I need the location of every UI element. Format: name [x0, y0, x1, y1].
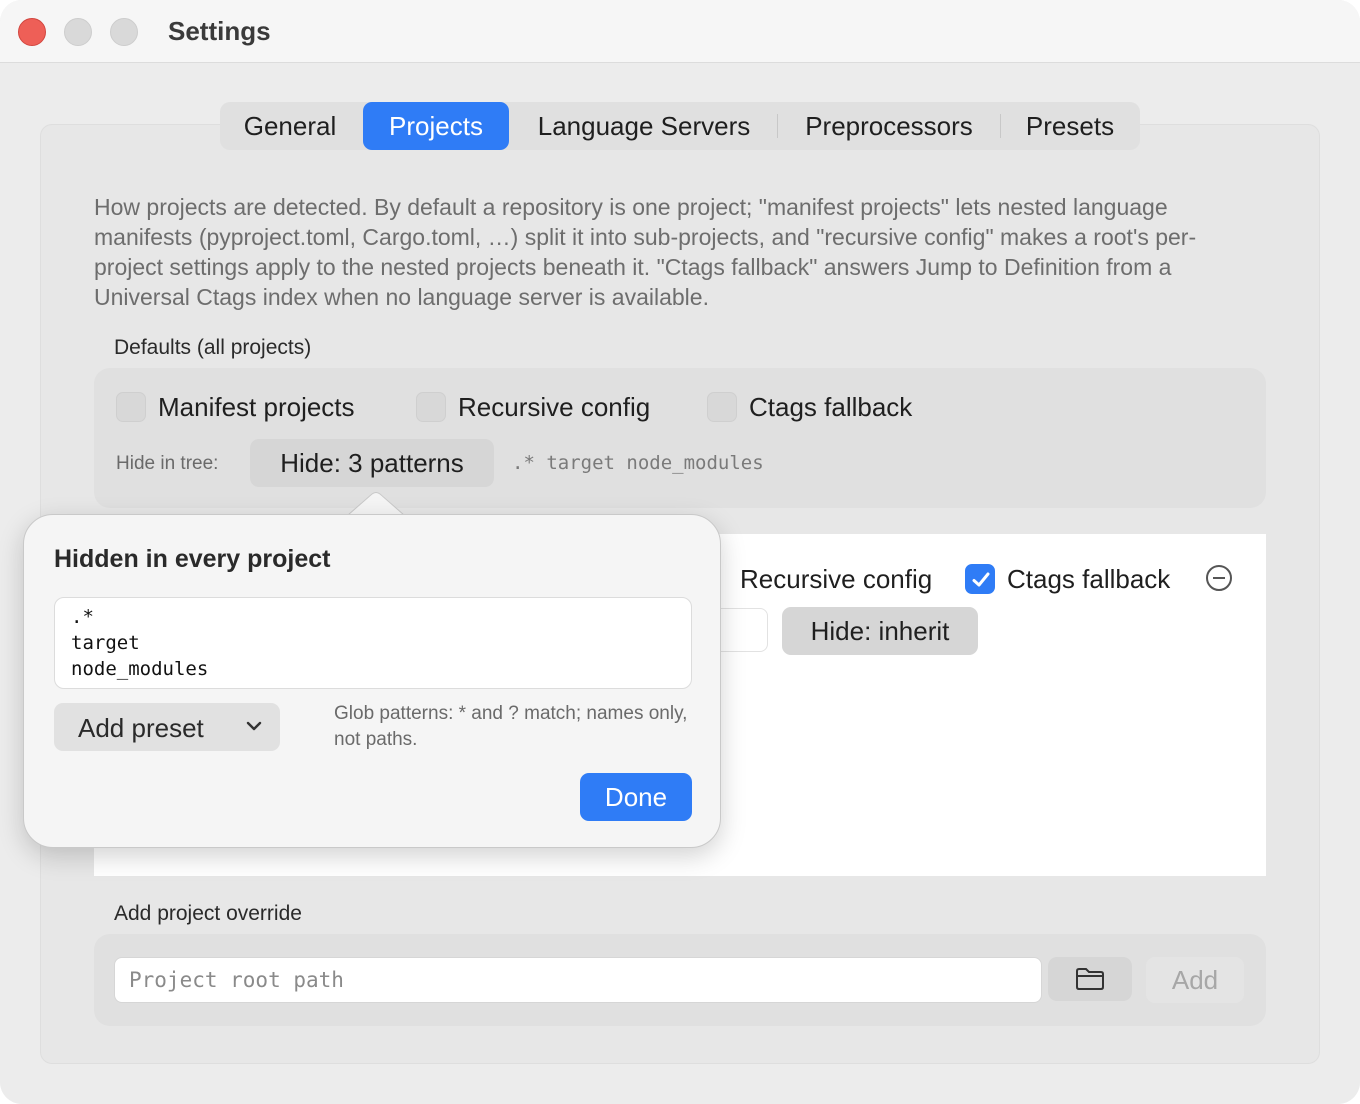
minimize-window-button[interactable] — [64, 18, 92, 46]
tab-presets[interactable]: Presets — [1010, 102, 1130, 150]
hide-in-tree-label: Hide in tree: — [116, 453, 219, 474]
add-override-heading: Add project override — [114, 902, 302, 925]
done-button[interactable]: Done — [580, 773, 692, 821]
tab-general[interactable]: General — [220, 102, 360, 150]
override-hide-button[interactable]: Hide: inherit — [782, 607, 978, 655]
tab-projects[interactable]: Projects — [363, 102, 509, 150]
pattern-line: .* — [71, 606, 94, 628]
override-recursive-config-label: Recursive config — [740, 564, 933, 594]
zoom-window-button[interactable] — [110, 18, 138, 46]
chevron-down-icon — [246, 721, 262, 731]
popover-arrow — [348, 492, 404, 516]
manifest-projects-checkbox[interactable] — [116, 392, 146, 422]
hidden-patterns-popover: Hidden in every project .* target node_m… — [23, 514, 721, 848]
tab-preprocessors[interactable]: Preprocessors — [786, 102, 992, 150]
tab-language-servers[interactable]: Language Servers — [520, 102, 768, 150]
tab-bar: General Projects Language Servers Prepro… — [220, 102, 1140, 150]
project-root-path-input[interactable] — [114, 957, 1042, 1003]
override-ctags-fallback-label: Ctags fallback — [1007, 564, 1171, 594]
projects-description: How projects are detected. By default a … — [94, 194, 1197, 310]
pattern-line: target — [71, 632, 140, 654]
browse-folder-button[interactable] — [1048, 957, 1132, 1001]
hidden-patterns-editor[interactable]: .* target node_modules — [54, 597, 692, 689]
ctags-fallback-label: Ctags fallback — [749, 392, 913, 422]
ctags-fallback-checkbox[interactable] — [707, 392, 737, 422]
tab-divider — [777, 114, 778, 138]
defaults-group — [94, 368, 1266, 508]
hide-patterns-button[interactable]: Hide: 3 patterns — [250, 439, 494, 487]
remove-override-icon[interactable] — [1206, 565, 1232, 591]
window-title: Settings — [168, 16, 271, 46]
glob-hint: Glob patterns: * and ? match; names only… — [334, 703, 688, 750]
defaults-heading: Defaults (all projects) — [114, 336, 312, 359]
hide-patterns-summary: .* target node_modules — [512, 452, 764, 474]
add-preset-dropdown[interactable]: Add preset — [54, 703, 280, 751]
recursive-config-checkbox[interactable] — [416, 392, 446, 422]
folder-icon — [1076, 968, 1104, 990]
tab-divider — [1000, 114, 1001, 138]
override-ctags-fallback-checkbox[interactable] — [965, 564, 995, 594]
close-window-button[interactable] — [18, 18, 46, 46]
settings-window: Settings General Projects Language Serve… — [0, 0, 1360, 1104]
add-override-button[interactable]: Add — [1146, 957, 1244, 1003]
popover-title: Hidden in every project — [54, 545, 331, 573]
checkmark-icon — [972, 572, 990, 587]
recursive-config-label: Recursive config — [458, 392, 651, 422]
title-bar: Settings — [0, 0, 1360, 63]
pattern-line: node_modules — [71, 658, 209, 680]
add-preset-label: Add preset — [78, 713, 204, 743]
manifest-projects-label: Manifest projects — [158, 392, 355, 422]
